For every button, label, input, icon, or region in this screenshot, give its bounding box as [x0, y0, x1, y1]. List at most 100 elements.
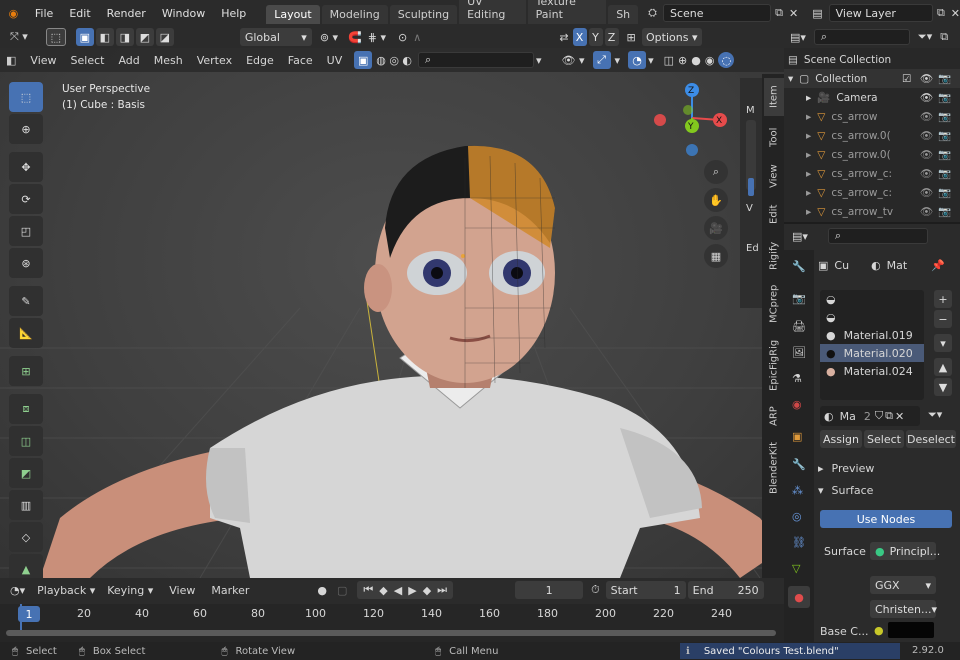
menu-face[interactable]: Face — [288, 54, 313, 67]
menu-window[interactable]: Window — [154, 7, 213, 20]
shading-solid-icon[interactable]: ● — [691, 54, 701, 67]
slot-specials-button[interactable]: ▾ — [934, 334, 952, 352]
keying-set-icon[interactable]: ▢ — [337, 584, 347, 597]
view-layer-props-icon[interactable]: 🖼 — [792, 346, 806, 359]
camera-view-icon[interactable]: 🎥 — [704, 216, 728, 240]
expand-icon[interactable]: ▸ — [806, 130, 811, 142]
properties-editor-type-icon[interactable]: ▤▾ — [792, 230, 808, 243]
visibility-eye-icon[interactable]: 👁 — [920, 148, 933, 161]
snap-icon[interactable]: 🧲 — [348, 31, 362, 44]
timeline-view-menu[interactable]: View — [169, 584, 195, 597]
material-slot-list[interactable]: ◒ ◒ ● Material.019 ● Material.020 ● Materia… — [820, 290, 924, 400]
jump-start-icon[interactable]: ⏮ — [363, 583, 373, 597]
render-camera-icon[interactable]: 📷 — [938, 110, 951, 123]
expand-icon[interactable]: ▸ — [806, 168, 811, 180]
outliner-item-cs-arrow-c2[interactable]: ▸ ▽ cs_arrow_c: 👁 📷 — [784, 183, 960, 202]
tool-add-cube[interactable]: ⊞ — [9, 356, 43, 386]
material-props-icon[interactable]: ● — [788, 586, 810, 608]
tool-inset[interactable]: ◫ — [9, 426, 43, 456]
tool-rotate[interactable]: ⟳ — [9, 184, 43, 214]
visibility-eye-icon[interactable]: 👁 — [920, 205, 933, 218]
search-options-icon[interactable]: ▾ — [536, 54, 542, 67]
menu-mesh[interactable]: Mesh — [154, 54, 183, 67]
tool-knife[interactable]: ◇ — [9, 522, 43, 552]
proportional-edit-icon[interactable]: ⊙ — [398, 31, 407, 44]
orientation-dropdown[interactable]: Global ▾ — [239, 28, 312, 46]
duplicate-icon[interactable]: ⧉ — [885, 409, 893, 423]
viewport-search[interactable]: ⌕ — [418, 52, 535, 68]
visibility-eye-icon[interactable]: 👁 — [920, 72, 933, 85]
deselect-button[interactable]: Deselect — [906, 430, 956, 448]
menu-view[interactable]: View — [30, 54, 56, 67]
tool-annotate[interactable]: ✎ — [9, 286, 43, 316]
tab-modeling[interactable]: Modeling — [321, 5, 388, 24]
filter-icon[interactable]: ⏷▾ — [918, 30, 932, 44]
playhead-frame-label[interactable]: 1 — [18, 606, 40, 622]
output-props-icon[interactable]: 🖨 — [792, 320, 806, 333]
visibility-eye-icon[interactable]: 👁 — [920, 186, 933, 199]
mirror-icon[interactable]: ⇄ — [559, 31, 568, 44]
menu-file[interactable]: File — [27, 7, 61, 20]
timeline-marker-menu[interactable]: Marker — [211, 584, 249, 597]
menu-add[interactable]: Add — [118, 54, 139, 67]
select-mode-new-icon[interactable]: ▣ — [75, 28, 94, 46]
tab-uv-editing[interactable]: UV Editing — [459, 0, 526, 24]
timeline-scrollbar[interactable] — [6, 630, 776, 636]
particles-props-icon[interactable]: ⁂ — [792, 484, 803, 497]
object-props-icon[interactable]: ▣ — [792, 430, 802, 443]
transform-pivot-icon[interactable]: ⤧ ▾ — [10, 30, 28, 44]
remove-slot-button[interactable]: − — [934, 310, 952, 328]
outliner-item-cs-arrow-c1[interactable]: ▸ ▽ cs_arrow_c: 👁 📷 — [784, 164, 960, 183]
surface-panel-header[interactable]: ▾ Surface — [818, 480, 958, 500]
material-slot[interactable]: ◒ — [820, 290, 924, 308]
editor-type-icon[interactable]: ◧ — [6, 54, 16, 67]
render-camera-icon[interactable]: 📷 — [938, 167, 951, 180]
mirror-x-button[interactable]: X — [572, 28, 587, 46]
pin-icon[interactable]: 📌 — [931, 259, 945, 272]
scene-selector[interactable]: Scene — [662, 4, 772, 22]
shading-material-icon[interactable]: ◉ — [705, 54, 715, 67]
tool-select-box[interactable]: ⬚ — [9, 82, 43, 112]
scene-props-icon[interactable]: ⚗ — [792, 372, 802, 385]
assign-button[interactable]: Assign — [820, 430, 862, 448]
select-mode-subtract-icon[interactable]: ◨ — [115, 28, 134, 46]
tab-sculpting[interactable]: Sculpting — [389, 5, 458, 24]
material-slot[interactable]: ● Material.024 — [820, 362, 924, 380]
timeline-keying-menu[interactable]: Keying ▾ — [107, 584, 153, 597]
expand-icon[interactable]: ▸ — [806, 187, 811, 199]
xray-icon[interactable]: ◫ — [664, 54, 674, 67]
shading-rendered-icon[interactable]: ◌ — [718, 52, 735, 68]
tab-shading[interactable]: Sh — [608, 5, 639, 24]
view-layer-selector[interactable]: View Layer — [828, 4, 933, 22]
render-camera-icon[interactable]: 📷 — [938, 148, 951, 161]
render-camera-icon[interactable]: 📷 — [938, 186, 951, 199]
physics-props-icon[interactable]: ◎ — [792, 510, 802, 523]
play-icon[interactable]: ▶ — [408, 584, 416, 597]
render-camera-icon[interactable]: 📷 — [938, 72, 951, 85]
overlay-toggle-icon[interactable]: ◔ — [628, 51, 647, 69]
tool-poly-build[interactable]: ▲ — [9, 554, 43, 578]
end-frame-field[interactable]: End 250 — [687, 581, 764, 599]
visibility-eye-icon[interactable]: 👁 — [920, 167, 933, 180]
outliner-editor-type-icon[interactable]: ▤▾ — [790, 31, 806, 44]
outliner-search[interactable]: ⌕ — [813, 29, 910, 45]
select-mode-invert-icon[interactable]: ◩ — [135, 28, 154, 46]
tool-transform[interactable]: ⊛ — [9, 248, 43, 278]
timeline-playback-menu[interactable]: Playback ▾ — [37, 584, 95, 597]
expand-icon[interactable]: ▸ — [806, 149, 811, 161]
mirror-z-button[interactable]: Z — [604, 28, 619, 46]
surface-shader-dropdown[interactable]: ● Principl... — [870, 542, 940, 560]
sidebar-tab-mcprep[interactable]: MCprep — [764, 278, 784, 330]
scene-icon[interactable]: ⛭ — [648, 6, 657, 20]
menu-help[interactable]: Help — [213, 7, 254, 20]
pan-hand-icon[interactable]: ✋ — [704, 188, 728, 212]
menu-render[interactable]: Render — [99, 7, 154, 20]
sidebar-tab-item[interactable]: Item — [764, 78, 784, 116]
browse-node-tree-icon[interactable]: ⏷▾ — [928, 408, 942, 422]
render-camera-icon[interactable]: 📷 — [938, 91, 951, 104]
uv-sync-icon[interactable]: ▣ — [354, 51, 373, 69]
tab-layout[interactable]: Layout — [266, 5, 320, 24]
overlay-dropdown-icon[interactable]: ▾ — [648, 54, 654, 67]
sidebar-tab-epicfigrig[interactable]: EpicFigRig — [764, 330, 784, 400]
material-slot-selected[interactable]: ● Material.020 — [820, 344, 924, 362]
